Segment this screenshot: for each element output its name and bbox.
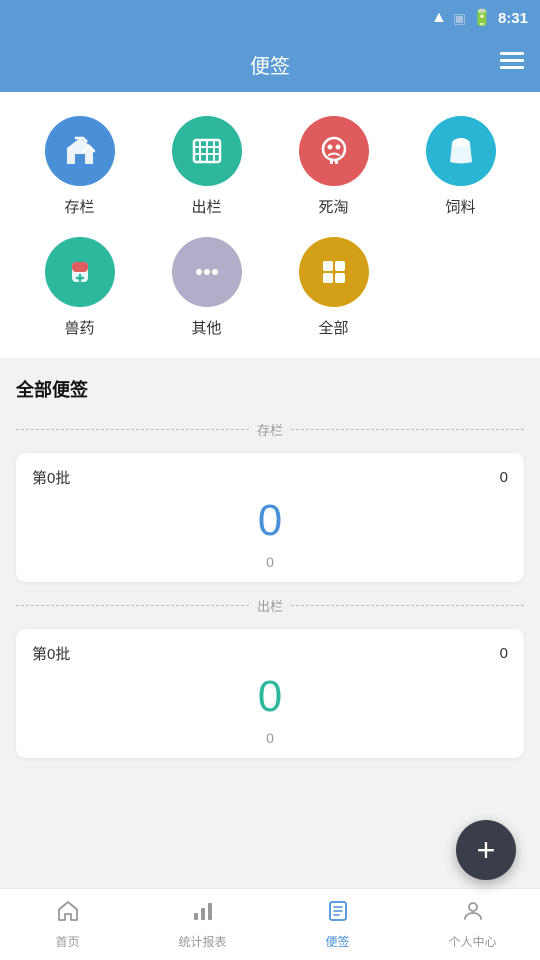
header-title: 便签 xyxy=(250,50,290,79)
nav-item-home[interactable]: 首页 xyxy=(0,891,135,958)
battery-icon: 🔋 xyxy=(472,8,492,28)
icon-circle-shouyao xyxy=(45,237,115,307)
signal-icon: ▣ xyxy=(453,10,466,27)
icon-item-sitao[interactable]: 死淘 xyxy=(270,116,397,217)
card-big-number-chuluan-0: 0 xyxy=(32,664,508,730)
icon-item-cunlan[interactable]: 存栏 xyxy=(16,116,143,217)
divider-text-1: 存栏 xyxy=(257,420,283,439)
section-title: 全部便签 xyxy=(0,358,540,412)
nav-item-stats[interactable]: 统计报表 xyxy=(135,891,270,958)
card-count-cunlan-0: 0 xyxy=(500,469,508,486)
icon-label-siliao: 饲料 xyxy=(445,196,475,217)
icon-label-cunlan: 存栏 xyxy=(64,196,94,217)
bottom-nav: 首页 统计报表 便签 个人中 xyxy=(0,888,540,960)
card-chuluan-0[interactable]: 第0批 0 0 0 xyxy=(16,629,524,758)
nav-item-profile[interactable]: 个人中心 xyxy=(405,891,540,958)
divider-line-right-2 xyxy=(291,605,524,606)
divider-line-left-2 xyxy=(16,605,249,606)
icon-label-qita: 其他 xyxy=(191,317,221,338)
content-area: 存栏 出栏 xyxy=(0,92,540,844)
icon-label-chuluan: 出栏 xyxy=(191,196,221,217)
nav-item-notes[interactable]: 便签 xyxy=(270,891,405,958)
card-header-cunlan-0: 第0批 0 xyxy=(32,467,508,488)
icon-label-shouyao: 兽药 xyxy=(64,317,94,338)
person-icon xyxy=(461,899,485,929)
icon-circle-qita xyxy=(172,237,242,307)
nav-label-notes: 便签 xyxy=(325,933,349,950)
divider-line-left-1 xyxy=(16,429,249,430)
fab-add-button[interactable]: + xyxy=(456,820,516,880)
divider-chuluan: 出栏 xyxy=(0,588,540,623)
icon-grid: 存栏 出栏 xyxy=(0,92,540,358)
icon-item-chuluan[interactable]: 出栏 xyxy=(143,116,270,217)
card-header-chuluan-0: 第0批 0 xyxy=(32,643,508,664)
divider-line-right-1 xyxy=(291,429,524,430)
icon-item-qita[interactable]: 其他 xyxy=(143,237,270,338)
status-bar: ▲ ▣ 🔋 8:31 xyxy=(0,0,540,36)
icon-circle-siliao xyxy=(426,116,496,186)
icon-item-shouyao[interactable]: 兽药 xyxy=(16,237,143,338)
wifi-icon: ▲ xyxy=(431,9,447,27)
icon-item-quanbu[interactable]: 全部 xyxy=(270,237,397,338)
card-batch-cunlan-0: 第0批 xyxy=(32,467,70,488)
notes-icon xyxy=(326,899,350,929)
card-footer-chuluan-0: 0 xyxy=(32,730,508,746)
card-cunlan-0[interactable]: 第0批 0 0 0 xyxy=(16,453,524,582)
card-footer-cunlan-0: 0 xyxy=(32,554,508,570)
bar-chart-icon xyxy=(191,899,215,929)
icon-label-sitao: 死淘 xyxy=(318,196,348,217)
divider-text-2: 出栏 xyxy=(257,596,283,615)
card-big-number-cunlan-0: 0 xyxy=(32,488,508,554)
icon-item-siliao[interactable]: 饲料 xyxy=(397,116,524,217)
icon-circle-quanbu xyxy=(299,237,369,307)
menu-icon[interactable] xyxy=(500,52,524,76)
icon-circle-sitao xyxy=(299,116,369,186)
app-header: 便签 xyxy=(0,36,540,92)
status-time: 8:31 xyxy=(498,10,528,27)
icon-circle-cunlan xyxy=(45,116,115,186)
nav-label-home: 首页 xyxy=(55,933,79,950)
icon-circle-chuluan xyxy=(172,116,242,186)
fab-plus-icon: + xyxy=(477,834,496,866)
home-icon xyxy=(56,899,80,929)
divider-cunlan: 存栏 xyxy=(0,412,540,447)
nav-label-stats: 统计报表 xyxy=(178,933,226,950)
card-batch-chuluan-0: 第0批 xyxy=(32,643,70,664)
nav-label-profile: 个人中心 xyxy=(448,933,496,950)
card-count-chuluan-0: 0 xyxy=(500,645,508,662)
icon-label-quanbu: 全部 xyxy=(318,317,348,338)
